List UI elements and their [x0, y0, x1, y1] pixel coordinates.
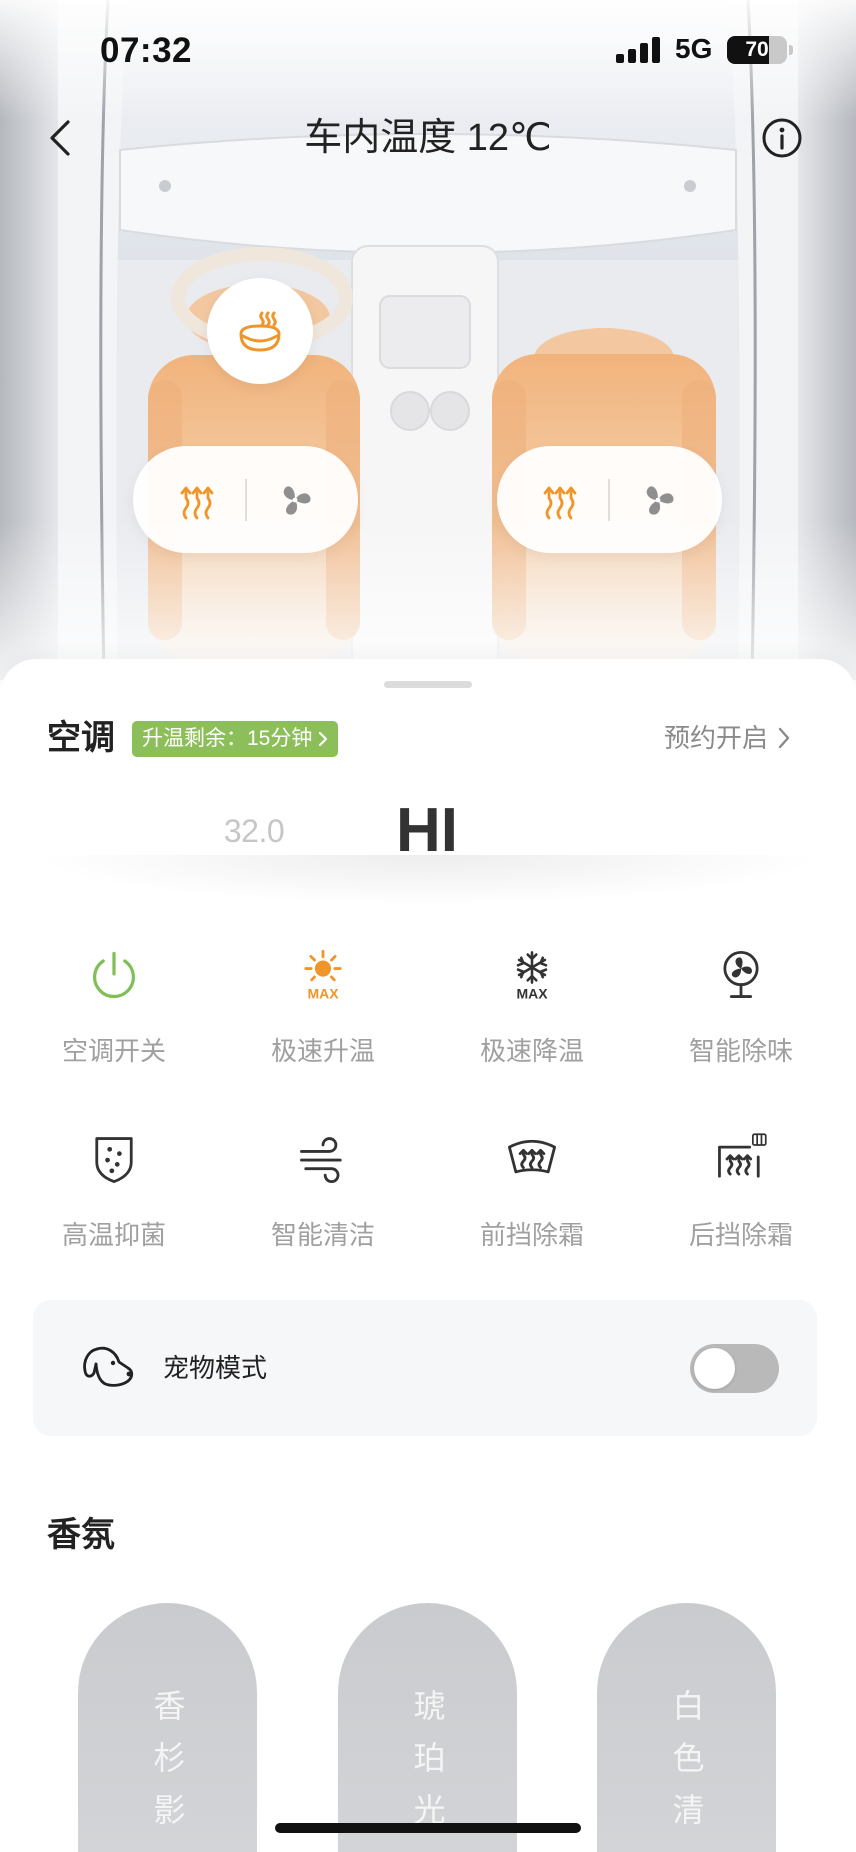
steering-wheel-heat-icon: [239, 311, 281, 352]
front-defrost-icon: [507, 1139, 557, 1174]
battery-icon: 70: [727, 36, 787, 64]
battery-level: 70: [745, 38, 769, 61]
status-time: 07:32: [100, 31, 193, 70]
function-label: 极速降温: [479, 1036, 584, 1066]
pet-mode-card: 宠物模式: [33, 1300, 817, 1436]
toggle-knob: [694, 1348, 735, 1389]
function-label: 后挡除霜: [688, 1220, 793, 1250]
right-seat-controls: [497, 446, 722, 553]
deodorize-fan-icon: [723, 950, 759, 998]
schedule-start-link[interactable]: 预约开启: [664, 723, 790, 753]
left-seat-fan-button[interactable]: [267, 472, 323, 528]
function-label: 高温抑菌: [61, 1220, 166, 1250]
fragrance-name: 香杉影: [149, 1689, 186, 1845]
climate-sheet: 空调 升温剩余：15分钟 预约开启 32.0 HI 空调开关 MAX 极速升温 …: [0, 659, 856, 1852]
schedule-label: 预约开启: [664, 723, 769, 753]
battery-nub: [789, 45, 793, 55]
sterilize-button[interactable]: 高温抑菌: [14, 1131, 214, 1251]
left-seat-heat-button[interactable]: [169, 472, 225, 528]
max-cool-button[interactable]: MAX 极速降温: [432, 947, 632, 1067]
temperature-option[interactable]: 32.0: [204, 811, 304, 851]
fragrance-title: 香氛: [47, 1516, 115, 1554]
max-cool-icon: MAX: [516, 951, 548, 1002]
steering-wheel-heat-button[interactable]: [207, 278, 313, 384]
climate-title: 空调: [47, 719, 115, 757]
max-tag: MAX: [307, 986, 339, 1002]
seat-heat-icon: [180, 486, 214, 520]
smart-clean-button[interactable]: 智能清洁: [223, 1131, 423, 1251]
function-label: 智能除味: [688, 1036, 793, 1066]
dog-icon: [83, 1346, 134, 1387]
max-heat-button[interactable]: MAX 极速升温: [223, 947, 423, 1067]
seat-fan-icon: [283, 486, 311, 515]
function-label: 极速升温: [270, 1036, 375, 1066]
page-title: 车内温度 12℃: [304, 117, 552, 159]
rear-defrost-button[interactable]: 后挡除霜: [641, 1131, 841, 1251]
pill-divider: [608, 479, 610, 521]
signal-icon: [616, 37, 660, 63]
seat-heat-icon: [543, 486, 577, 520]
function-label: 智能清洁: [270, 1220, 375, 1250]
clean-wind-icon: [300, 1137, 342, 1183]
power-icon: [93, 951, 135, 999]
max-heat-icon: MAX: [304, 949, 342, 1002]
function-label: 空调开关: [61, 1036, 166, 1066]
function-label: 前挡除霜: [479, 1220, 584, 1250]
fragrance-card[interactable]: 白色清: [597, 1603, 776, 1852]
right-seat-fan-button[interactable]: [630, 472, 686, 528]
pill-divider: [245, 479, 247, 521]
badge-label: 升温剩余：15分钟: [142, 727, 313, 750]
home-indicator[interactable]: [275, 1823, 581, 1833]
smart-deodorize-button[interactable]: 智能除味: [641, 947, 841, 1067]
ac-power-button[interactable]: 空调开关: [14, 947, 214, 1067]
fragrance-card[interactable]: 琥珀光: [338, 1603, 517, 1852]
info-icon[interactable]: [761, 117, 803, 159]
pet-mode-toggle[interactable]: [690, 1344, 779, 1393]
heating-remaining-badge[interactable]: 升温剩余：15分钟: [132, 721, 339, 757]
fragrance-name: 白色清: [668, 1689, 705, 1845]
left-seat-controls: [133, 446, 358, 553]
rear-defrost-icon: [718, 1133, 767, 1178]
temperature-picker-shadow: [30, 855, 826, 905]
sterilize-shield-icon: [95, 1137, 133, 1184]
chevron-right-icon: [778, 727, 790, 749]
app-screen: 07:32 5G 70 车内温度 12℃ 空调 升温剩余：15分钟 预约开启 3…: [0, 0, 856, 1852]
seat-fan-icon: [646, 486, 674, 515]
right-seat-heat-button[interactable]: [532, 472, 588, 528]
pet-mode-label: 宠物模式: [163, 1353, 268, 1383]
front-defrost-button[interactable]: 前挡除霜: [432, 1131, 632, 1251]
network-label: 5G: [675, 33, 713, 64]
max-tag: MAX: [516, 986, 548, 1002]
chevron-right-icon: [319, 731, 328, 747]
fragrance-card[interactable]: 香杉影: [78, 1603, 257, 1852]
sheet-drag-handle[interactable]: [384, 681, 472, 688]
